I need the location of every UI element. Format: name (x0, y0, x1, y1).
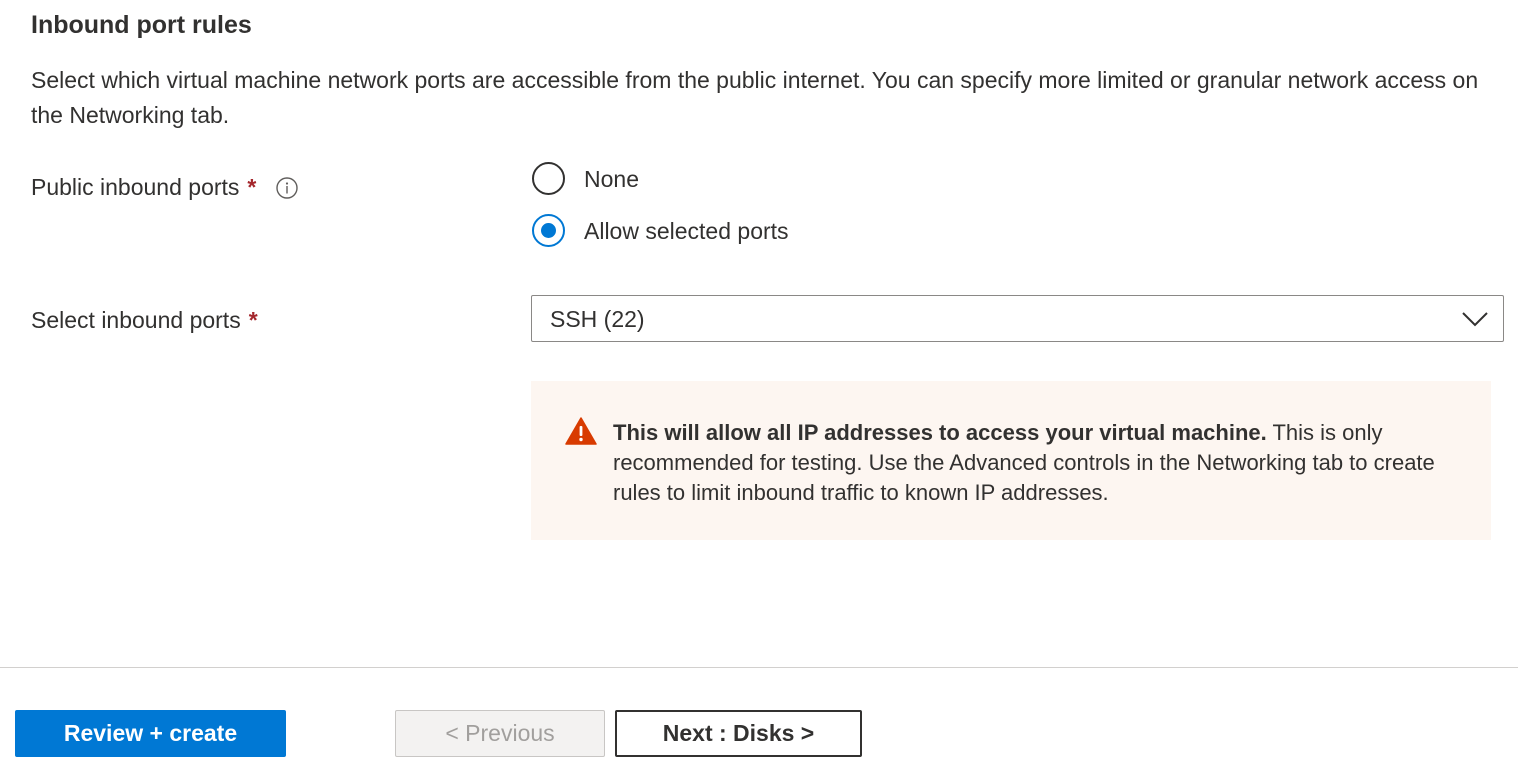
warning-bold-text: This will allow all IP addresses to acce… (613, 420, 1267, 445)
public-inbound-ports-label: Public inbound ports * (31, 172, 299, 202)
required-marker: * (248, 307, 258, 333)
radio-allow-selected-ports-label[interactable]: Allow selected ports (584, 216, 789, 246)
warning-message-bar: This will allow all IP addresses to acce… (531, 381, 1491, 540)
warning-icon (565, 417, 597, 445)
review-create-button[interactable]: Review + create (15, 710, 286, 757)
footer-divider (0, 667, 1518, 668)
inbound-ports-dropdown-value: SSH (22) (550, 306, 645, 332)
section-description: Select which virtual machine network por… (31, 67, 1479, 128)
warning-text: This will allow all IP addresses to acce… (613, 418, 1473, 508)
chevron-down-icon (1461, 309, 1489, 329)
public-inbound-ports-label-text: Public inbound ports (31, 174, 240, 200)
section-title: Inbound port rules (31, 11, 252, 39)
create-vm-basics-page: Inbound port rules Select which virtual … (0, 0, 1518, 778)
radio-option-none[interactable]: None (532, 162, 639, 195)
radio-option-allow-selected-ports[interactable]: Allow selected ports (532, 214, 789, 247)
radio-none-label[interactable]: None (584, 164, 639, 194)
inbound-ports-dropdown[interactable]: SSH (22) (531, 295, 1504, 342)
select-inbound-ports-label-text: Select inbound ports (31, 307, 241, 333)
info-icon[interactable] (276, 176, 299, 199)
next-disks-button[interactable]: Next : Disks > (615, 710, 862, 757)
radio-none-circle[interactable] (532, 162, 565, 195)
radio-allow-selected-ports-circle[interactable] (532, 214, 565, 247)
previous-button[interactable]: < Previous (395, 710, 605, 757)
required-marker: * (247, 174, 257, 200)
select-inbound-ports-label: Select inbound ports * (31, 305, 258, 335)
